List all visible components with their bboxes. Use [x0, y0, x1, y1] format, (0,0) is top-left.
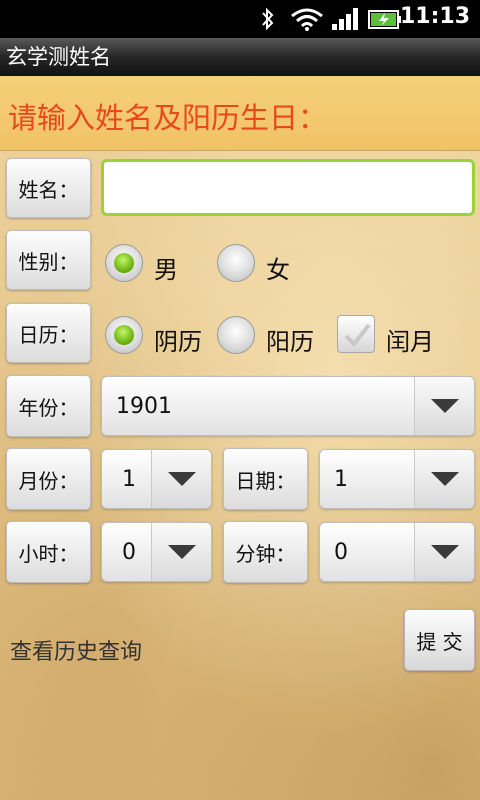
hour-label: 小时： — [6, 521, 91, 583]
hour-value: 0 — [122, 539, 136, 565]
gender-label: 性别： — [6, 230, 91, 290]
radio-male[interactable] — [105, 244, 143, 282]
month-value: 1 — [122, 466, 136, 492]
submit-button[interactable]: 提 交 — [404, 609, 475, 671]
minute-value: 0 — [334, 539, 348, 565]
radio-solar[interactable] — [217, 316, 255, 354]
day-spinner[interactable]: 1 — [319, 449, 475, 509]
radio-lunar-label[interactable]: 阴历 — [154, 322, 202, 357]
chevron-down-icon[interactable] — [414, 523, 474, 581]
radio-female[interactable] — [217, 244, 255, 282]
app-title: 玄学测姓名 — [6, 45, 111, 69]
minute-spinner[interactable]: 0 — [319, 522, 475, 582]
day-label: 日期： — [223, 448, 308, 510]
month-spinner[interactable]: 1 — [101, 449, 212, 509]
signal-icon — [332, 8, 358, 30]
app-title-bar: 玄学测姓名 — [0, 38, 480, 76]
name-label: 姓名： — [6, 158, 91, 218]
year-value: 1901 — [116, 393, 172, 419]
chevron-down-icon[interactable] — [151, 523, 211, 581]
instruction-banner: 请输入姓名及阳历生日： — [0, 76, 480, 151]
leap-month-checkbox[interactable] — [337, 315, 375, 353]
month-label: 月份： — [6, 448, 91, 510]
check-icon — [344, 323, 371, 348]
radio-female-label[interactable]: 女 — [266, 250, 290, 285]
minute-label: 分钟： — [223, 521, 308, 583]
chevron-down-icon[interactable] — [414, 377, 474, 435]
radio-male-label[interactable]: 男 — [154, 250, 178, 285]
year-spinner[interactable]: 1901 — [101, 376, 475, 436]
instruction-text: 请输入姓名及阳历生日： — [8, 101, 328, 135]
bluetooth-icon — [262, 7, 274, 31]
year-label: 年份： — [6, 375, 91, 437]
chevron-down-icon[interactable] — [151, 450, 211, 508]
clock: 11:13 — [399, 4, 470, 29]
radio-lunar[interactable] — [105, 316, 143, 354]
name-input[interactable] — [101, 159, 475, 216]
wifi-icon — [291, 8, 323, 31]
status-bar: 11:13 — [0, 0, 480, 38]
calendar-label: 日历： — [6, 303, 91, 363]
battery-charging-icon — [368, 10, 401, 29]
chevron-down-icon[interactable] — [414, 450, 474, 508]
history-link[interactable]: 查看历史查询 — [10, 634, 142, 666]
day-value: 1 — [334, 466, 348, 492]
hour-spinner[interactable]: 0 — [101, 522, 212, 582]
leap-month-label[interactable]: 闰月 — [386, 322, 434, 357]
radio-solar-label[interactable]: 阳历 — [266, 322, 314, 357]
